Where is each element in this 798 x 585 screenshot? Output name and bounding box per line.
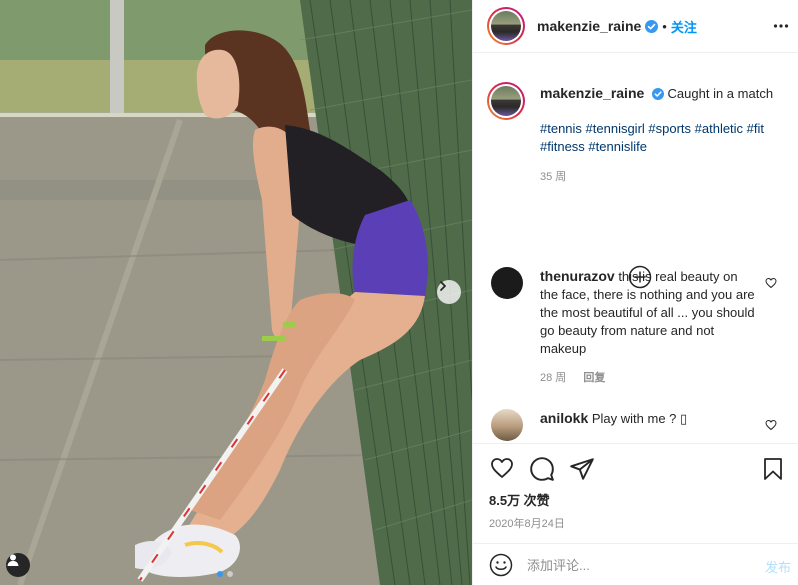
caption-avatar[interactable]: [487, 82, 525, 120]
chevron-right-icon: [440, 281, 446, 291]
carousel-dot: [227, 571, 233, 577]
commenter-avatar[interactable]: [491, 409, 523, 441]
photo-illustration: [0, 0, 472, 585]
header-separator: •: [662, 18, 667, 34]
verified-icon: [651, 88, 664, 100]
post-header: makenzie_raine • 关注: [473, 0, 798, 53]
reply-button[interactable]: 回复: [583, 372, 605, 384]
commenter-avatar[interactable]: [491, 267, 523, 299]
user-tag-icon: [7, 554, 19, 566]
action-icon-row: [487, 456, 785, 482]
author-avatar[interactable]: [487, 7, 525, 45]
author-line: makenzie_raine • 关注: [537, 17, 697, 36]
emoji-icon[interactable]: [489, 553, 513, 577]
comment-username[interactable]: anilokk: [540, 410, 588, 426]
bookmark-icon[interactable]: [761, 456, 785, 482]
next-photo-button[interactable]: [437, 280, 461, 304]
heart-icon[interactable]: [765, 419, 777, 431]
comment-body: thenurazov this is real beauty on the fa…: [540, 267, 755, 387]
caption-body: makenzie_raine Caught in a match #tennis…: [540, 84, 780, 186]
post-date: 2020年8月24日: [489, 518, 565, 530]
caption-username[interactable]: makenzie_raine: [540, 85, 644, 101]
follow-button[interactable]: 关注: [671, 17, 697, 36]
caption-timestamp: 35 周: [540, 171, 567, 183]
comment-icon[interactable]: [529, 456, 555, 482]
likes-count[interactable]: 8.5万 次赞: [489, 490, 550, 509]
comment-input[interactable]: [527, 555, 747, 575]
tagged-users-button[interactable]: [6, 553, 30, 577]
comment-composer: 发布: [473, 543, 798, 585]
caption-hashtags[interactable]: #tennis #tennisgirl #sports #athletic #f…: [540, 120, 780, 156]
post-photo: [0, 0, 472, 585]
caption-text: Caught in a match: [667, 86, 774, 101]
carousel-indicator: [217, 571, 233, 577]
post-actions: 8.5万 次赞 2020年8月24日: [473, 443, 798, 543]
post-side-panel: makenzie_raine • 关注 makenzie_raine Caugh…: [472, 0, 798, 585]
more-icon[interactable]: [773, 18, 789, 34]
share-icon[interactable]: [569, 456, 595, 482]
heart-icon[interactable]: [765, 277, 777, 289]
verified-icon: [645, 19, 659, 33]
comment-body: anilokk Play with me ? ▯: [540, 409, 755, 428]
author-username[interactable]: makenzie_raine: [537, 18, 641, 34]
comments-section[interactable]: makenzie_raine Caught in a match #tennis…: [473, 54, 798, 443]
comment-username[interactable]: thenurazov: [540, 268, 615, 284]
heart-icon[interactable]: [489, 456, 515, 480]
post-comment-button[interactable]: 发布: [765, 557, 791, 576]
carousel-dot-active: [217, 571, 223, 577]
comment-text: Play with me ? ▯: [591, 411, 688, 426]
comment-timestamp: 28 周: [540, 372, 567, 384]
